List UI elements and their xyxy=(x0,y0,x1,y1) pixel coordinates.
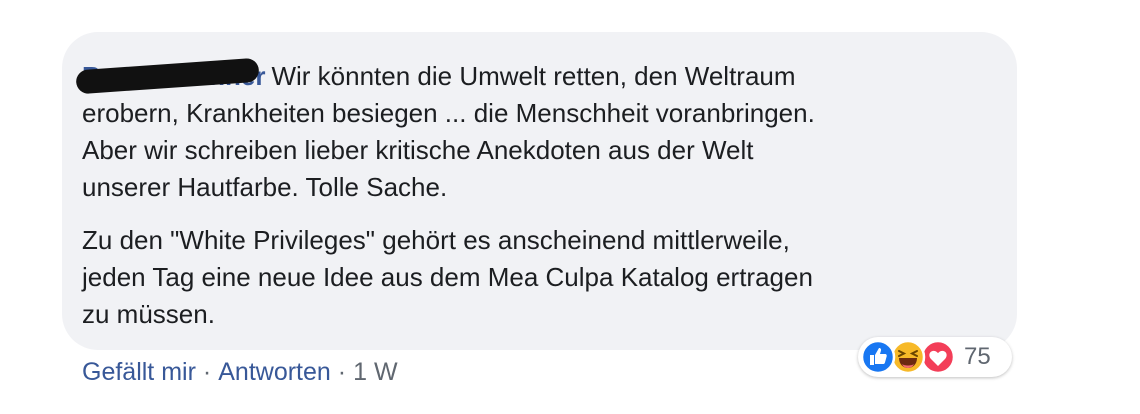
comment-bubble: Bernd BrünnerWir könnten die Umwelt rett… xyxy=(62,32,1017,350)
like-link[interactable]: Gefällt mir xyxy=(82,358,196,387)
reactions-summary[interactable]: 75 xyxy=(858,337,1012,377)
comment-paragraph-1: Bernd BrünnerWir könnten die Umwelt rett… xyxy=(75,57,997,206)
comment-actions: Gefällt mir · Antworten · 1 W xyxy=(82,358,398,387)
separator: · xyxy=(337,358,347,386)
timestamp[interactable]: 1 W xyxy=(353,358,397,387)
comment-author-name[interactable]: Bernd Brünner xyxy=(75,57,265,95)
like-icon xyxy=(860,339,896,375)
reaction-count: 75 xyxy=(964,343,991,370)
reply-link[interactable]: Antworten xyxy=(218,358,331,387)
separator: · xyxy=(202,358,212,386)
comment-paragraph-2: Zu den "White Privileges" gehört es ansc… xyxy=(82,225,813,329)
